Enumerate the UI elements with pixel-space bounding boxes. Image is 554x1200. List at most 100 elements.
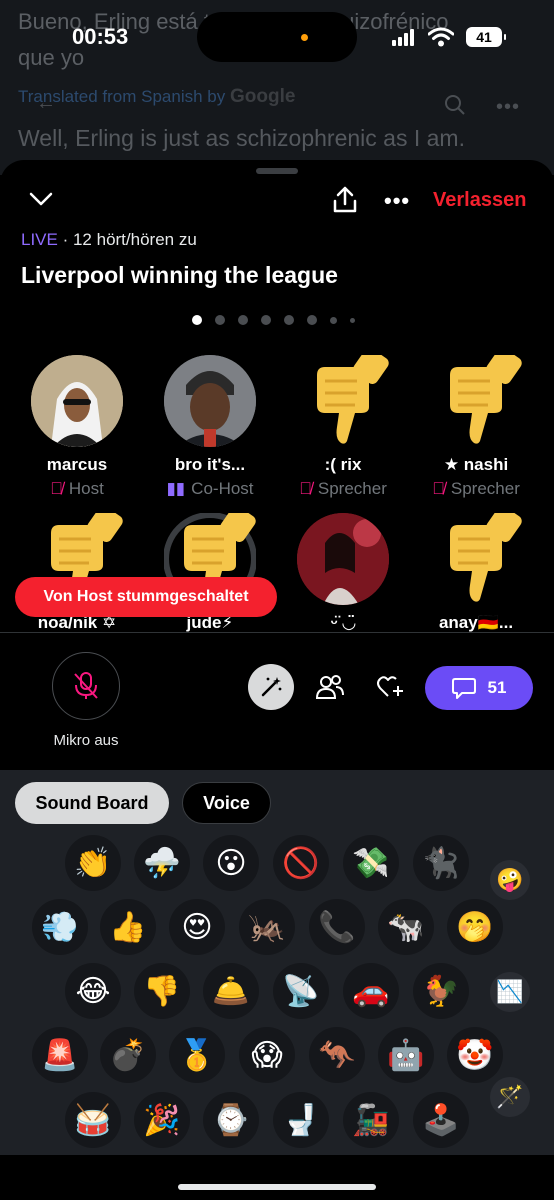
thumbs-down-avatar — [430, 348, 522, 447]
battery-indicator: 41 — [466, 27, 506, 47]
sound-watch[interactable]: ⌚ — [203, 1092, 259, 1148]
speaker-name: bro it's... — [174, 455, 246, 474]
sound-drum[interactable]: 🥁 — [65, 1092, 121, 1148]
sound-cow[interactable]: 🐄 — [378, 899, 434, 955]
sheet-grabber[interactable] — [256, 168, 298, 174]
speaker-marcus[interactable]: marcus 🎙̸ Host — [10, 355, 144, 499]
sound-medal[interactable]: 🥇 — [169, 1027, 225, 1083]
listener-count: · 12 hört/hören zu — [62, 230, 197, 249]
sound-clapping[interactable]: 👏 — [65, 835, 121, 891]
page-dot — [238, 315, 248, 325]
sound-satellite[interactable]: 📡 — [273, 963, 329, 1019]
speaker-name: ★ nashi — [443, 455, 509, 474]
page-dot — [307, 315, 317, 325]
speaker-anay[interactable]: anay🇩🇪... — [409, 506, 543, 633]
speaker-role: 🎙̸ Sprecher — [299, 479, 387, 498]
sound-siren[interactable]: 🚨 — [32, 1027, 88, 1083]
magic-wand-icon — [261, 677, 282, 697]
signal-icon — [392, 29, 414, 46]
page-dot — [215, 315, 225, 325]
sound-money[interactable]: 💸 — [343, 835, 399, 891]
sound-gasp[interactable]: 😮 — [203, 835, 259, 891]
speaker-nashi[interactable]: ★ nashi 🎙̸ Sprecher — [409, 348, 543, 499]
muted-by-host-toast: Von Host stummgeschaltet — [15, 577, 277, 617]
sound-magic[interactable]: 🪄 — [490, 1077, 530, 1117]
divider — [0, 632, 554, 633]
sound-rooster[interactable]: 🐓 — [413, 963, 469, 1019]
sound-puff[interactable]: 💨 — [32, 899, 88, 955]
sound-toilet[interactable]: 🚽 — [273, 1092, 329, 1148]
dynamic-island — [197, 12, 357, 62]
mic-muted-icon: 🎙̸ — [299, 479, 312, 498]
speaker-name: ᵕ̈ ◡̈ — [330, 613, 356, 632]
sound-laugh[interactable]: 😂 — [65, 963, 121, 1019]
leave-button[interactable]: Verlassen — [433, 189, 526, 212]
heart-add-icon[interactable] — [376, 674, 404, 700]
google-logo: Google — [229, 86, 296, 107]
page-dot — [261, 315, 271, 325]
sound-car[interactable]: 🚗 — [343, 963, 399, 1019]
speaker-role: 🎙̸ Sprecher — [432, 479, 520, 498]
comment-count: 51 — [487, 678, 507, 697]
avatar — [31, 355, 123, 447]
speaker-role: ▮▮ Co-Host — [166, 479, 254, 498]
home-indicator[interactable] — [178, 1184, 376, 1190]
status-time: 00:53 — [72, 24, 129, 49]
sound-scream[interactable]: 😱 — [239, 1027, 295, 1083]
more-options-icon[interactable]: ••• — [384, 188, 410, 214]
speaker-name: anay🇩🇪... — [438, 613, 514, 632]
sound-cricket[interactable]: 🦗 — [239, 899, 295, 955]
tweet-translation: Well, Erling is just as schizophrenic as… — [18, 125, 465, 151]
sound-thumbs-down[interactable]: 👎 — [134, 963, 190, 1019]
speaker-bro[interactable]: bro it's... ▮▮ Co-Host — [143, 355, 277, 499]
avatar — [164, 355, 256, 447]
avatar — [297, 513, 389, 605]
page-dot — [350, 317, 355, 323]
sound-love[interactable]: 😍 — [169, 899, 225, 955]
sound-kangaroo[interactable]: 🦘 — [309, 1027, 365, 1083]
sound-party[interactable]: 🎉 — [134, 1092, 190, 1148]
mic-label: Mikro aus — [53, 732, 119, 749]
tab-sound-board[interactable]: Sound Board — [15, 782, 169, 824]
sound-zany[interactable]: 🤪 — [490, 860, 530, 900]
sound-cat[interactable]: 🐈‍⬛ — [413, 835, 469, 891]
translated-prefix: Translated from Spanish by — [18, 87, 226, 106]
speaking-bars-icon: ▮▮ — [166, 479, 186, 498]
translation-credit: Translated from Spanish by Google — [18, 86, 295, 108]
sound-board-panel: Sound Board Voice 👏 ⛈️ 😮 🚫 💸 🐈‍⬛ 🤪 💨 👍 😍… — [0, 770, 554, 1160]
mic-muted-icon: 🎙̸ — [50, 479, 63, 498]
sound-joystick[interactable]: 🕹️ — [413, 1092, 469, 1148]
sound-board-toggle[interactable] — [248, 664, 294, 710]
people-icon[interactable] — [316, 674, 344, 700]
status-bar: 00:53 41 — [0, 0, 554, 74]
sound-prohibited[interactable]: 🚫 — [273, 835, 329, 891]
speaker-name: :( rix — [324, 455, 362, 474]
share-icon[interactable] — [332, 186, 358, 214]
sound-chart-down[interactable]: 📉 — [490, 972, 530, 1012]
mic-toggle-button[interactable] — [52, 652, 120, 720]
chevron-down-icon[interactable] — [28, 190, 54, 208]
live-status: LIVE · 12 hört/hören zu — [21, 230, 197, 250]
search-icon — [445, 95, 465, 115]
sound-thumbs-up[interactable]: 👍 — [100, 899, 156, 955]
sound-robot[interactable]: 🤖 — [378, 1027, 434, 1083]
page-indicator — [192, 315, 355, 325]
sound-giggle[interactable]: 🤭 — [447, 899, 503, 955]
live-tag: LIVE — [21, 230, 58, 249]
more-icon: ••• — [496, 96, 521, 118]
sound-bell[interactable]: 🛎️ — [203, 963, 259, 1019]
wifi-icon — [428, 27, 454, 47]
bottom-safe-area — [0, 1155, 554, 1200]
comments-button[interactable]: 51 — [425, 666, 533, 710]
sound-clown[interactable]: 🤡 — [447, 1027, 503, 1083]
speaker-smile[interactable]: ᵕ̈ ◡̈ — [276, 513, 410, 633]
thumbs-down-avatar — [430, 506, 522, 605]
speaker-rix[interactable]: :( rix 🎙̸ Sprecher — [276, 348, 410, 499]
sound-bomb[interactable]: 💣 — [100, 1027, 156, 1083]
comment-icon — [451, 678, 476, 699]
sound-storm[interactable]: ⛈️ — [134, 835, 190, 891]
tab-voice[interactable]: Voice — [182, 782, 271, 824]
page-dot — [330, 316, 337, 324]
sound-train[interactable]: 🚂 — [343, 1092, 399, 1148]
sound-phone[interactable]: 📞 — [309, 899, 365, 955]
